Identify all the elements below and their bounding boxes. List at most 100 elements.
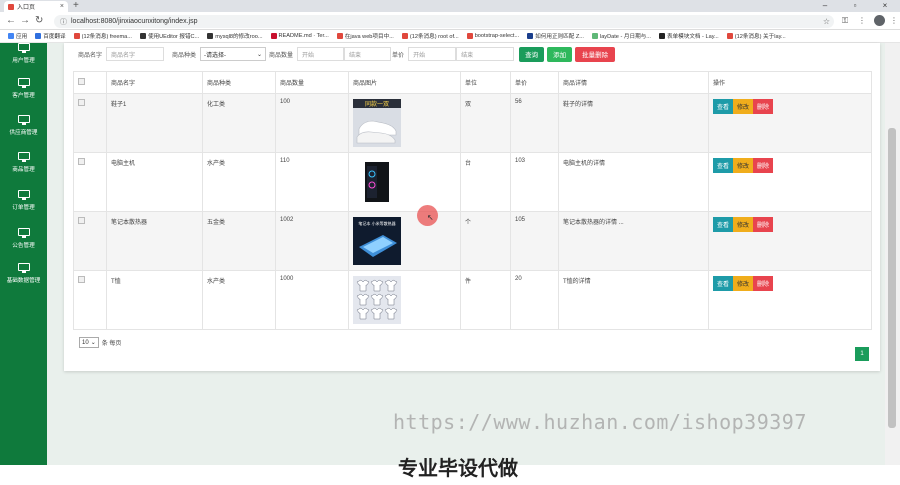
browser-tab[interactable]: 入口页 × (4, 1, 68, 12)
row-checkbox[interactable] (78, 276, 85, 283)
sidebar-item[interactable]: 供应商管理 (0, 115, 47, 151)
delete-button[interactable]: 删除 (753, 217, 774, 232)
maximize-icon[interactable]: ▫ (840, 0, 870, 12)
cooler-image-caption: 笔记本 小米等散热器 (358, 220, 395, 226)
view-button[interactable]: 查看 (713, 158, 734, 173)
goods-price-cell: 56 (510, 93, 559, 153)
monitor-icon (17, 115, 30, 125)
url-field[interactable]: ⓘ localhost:8080/jinxiaocunxitong/index.… (54, 15, 834, 28)
scrollbar-thumb[interactable] (888, 128, 896, 428)
column-header[interactable]: 操作 (708, 71, 872, 94)
bookmark-item[interactable]: (12条消息) freema... (70, 32, 136, 40)
goods-unit-cell: 件 (460, 270, 511, 330)
row-select-cell (73, 270, 107, 330)
column-header[interactable]: 商品名字 (106, 71, 203, 94)
sidebar-item[interactable]: 基础数据管理 (0, 263, 47, 299)
type-select[interactable]: -请选择- ⌄ (200, 47, 267, 61)
bookmark-item[interactable]: 使用UEditor 报错C... (136, 32, 203, 40)
column-header[interactable]: 商品数量 (275, 71, 349, 94)
sidebar-item[interactable]: 商品管理 (0, 152, 47, 188)
edit-button[interactable]: 修改 (733, 276, 754, 291)
page-size-select[interactable]: 10 ⌄ (79, 337, 99, 348)
bookmark-item[interactable]: 在java web项目中... (333, 32, 398, 40)
view-button[interactable]: 查看 (713, 217, 734, 232)
bookmark-item[interactable]: bootstrap-select... (463, 33, 523, 39)
column-header[interactable]: 单位 (460, 71, 511, 94)
page-1-button[interactable]: 1 (855, 347, 869, 361)
info-icon[interactable]: ⓘ (60, 17, 67, 27)
view-button[interactable]: 查看 (713, 99, 734, 114)
edit-button[interactable]: 修改 (733, 99, 754, 114)
price-end-input[interactable]: 结束 (456, 47, 515, 61)
ops-cell: 查看 修改 删除 (708, 270, 872, 330)
bookmark-item[interactable]: (12条消息) 关于lay... (723, 32, 790, 40)
view-button[interactable]: 查看 (713, 276, 734, 291)
column-header[interactable]: 单价 (510, 71, 559, 94)
extensions-icon[interactable]: ⋮ (858, 16, 866, 25)
back-icon[interactable]: ← (6, 15, 16, 27)
column-header[interactable]: 商品图片 (348, 71, 461, 94)
shoe-image: 同款一双 (353, 99, 401, 147)
qty-start-input[interactable]: 开始 (297, 47, 345, 61)
bookmark-icon (336, 33, 343, 39)
sidebar-item[interactable]: 客户管理 (0, 78, 47, 114)
sidebar-item[interactable]: 订单管理 (0, 190, 47, 226)
sidebar-item-label: 客户管理 (12, 93, 35, 99)
chevron-down-icon: ⌄ (90, 340, 96, 346)
sidebar-item-label: 用户管理 (12, 58, 35, 64)
bookmark-label: (12条消息) root of... (409, 34, 459, 40)
bookmark-item[interactable]: README.md · Ter... (267, 33, 333, 39)
minimize-icon[interactable]: – (810, 0, 840, 12)
row-select-cell (73, 152, 107, 212)
tab-title: 入口页 (17, 5, 36, 11)
bookmark-item[interactable]: 如何用正则匹配 Z... (523, 32, 588, 40)
name-search-input[interactable]: 商品名字 (106, 47, 165, 61)
bookmark-label: 百度翻译 (43, 34, 66, 40)
edit-button[interactable]: 修改 (733, 158, 754, 173)
bookmark-item[interactable]: 应用 (4, 32, 31, 40)
sidebar-item[interactable]: 公告管理 (0, 228, 47, 264)
row-checkbox[interactable] (78, 99, 85, 106)
goods-detail-cell: 笔记本散热器的详情 ... (558, 211, 709, 271)
add-button[interactable]: 添加 (547, 46, 573, 62)
row-checkbox[interactable] (78, 158, 85, 165)
bookmark-label: bootstrap-select... (474, 33, 520, 39)
bookmark-star-icon[interactable]: ☆ (823, 17, 830, 26)
close-window-icon[interactable]: × (870, 0, 900, 12)
query-button[interactable]: 查询 (519, 46, 545, 62)
goods-image-cell: 同款一双 (348, 93, 461, 153)
delete-button[interactable]: 删除 (753, 276, 774, 291)
column-header[interactable]: 商品种类 (202, 71, 276, 94)
goods-unit-cell: 台 (460, 152, 511, 212)
menu-icon[interactable]: ⋮ (890, 16, 898, 25)
bookmarks-bar: 应用 百度翻译 (12条消息) freema... 使用UEditor 报错C... m… (0, 30, 900, 43)
qty-end-input[interactable]: 结束 (344, 47, 392, 61)
bookmark-label: (12条消息) freema... (81, 34, 132, 40)
sidebar-item-label: 公告管理 (12, 243, 35, 249)
bookmark-item[interactable]: mysql8的修改roo... (203, 32, 266, 40)
bookmark-item[interactable]: layDate - 月日期与... (588, 32, 655, 40)
reload-icon[interactable]: ↻ (35, 15, 43, 27)
forward-icon[interactable]: → (20, 15, 30, 27)
row-checkbox[interactable] (78, 217, 85, 224)
computer-tower-image (353, 158, 401, 206)
bookmark-item[interactable]: 百度翻译 (31, 32, 69, 40)
edit-button[interactable]: 修改 (733, 217, 754, 232)
goods-detail-cell: T恤的详情 (558, 270, 709, 330)
sidebar-item[interactable]: 用户管理 (0, 43, 47, 79)
delete-button[interactable]: 删除 (753, 99, 774, 114)
goods-image-cell: 笔记本 小米等散热器 (348, 211, 461, 271)
tab-close-icon[interactable]: × (60, 3, 64, 10)
bookmark-item[interactable]: (12条消息) root of... (398, 32, 463, 40)
profile-avatar[interactable] (874, 15, 885, 26)
price-start-input[interactable]: 开始 (408, 47, 457, 61)
delete-button[interactable]: 删除 (753, 158, 774, 173)
batch-delete-button[interactable]: 批量删除 (575, 46, 616, 62)
bookmark-item[interactable]: 表单模块文档 - Lay... (655, 32, 723, 40)
goods-type-cell: 水产类 (202, 270, 276, 330)
goods-image-cell (348, 152, 461, 212)
key-icon[interactable]: ⚿ (842, 16, 848, 26)
new-tab-icon[interactable]: + (73, 0, 79, 11)
select-all-checkbox[interactable] (78, 78, 85, 85)
column-header[interactable]: 商品详情 (558, 71, 709, 94)
